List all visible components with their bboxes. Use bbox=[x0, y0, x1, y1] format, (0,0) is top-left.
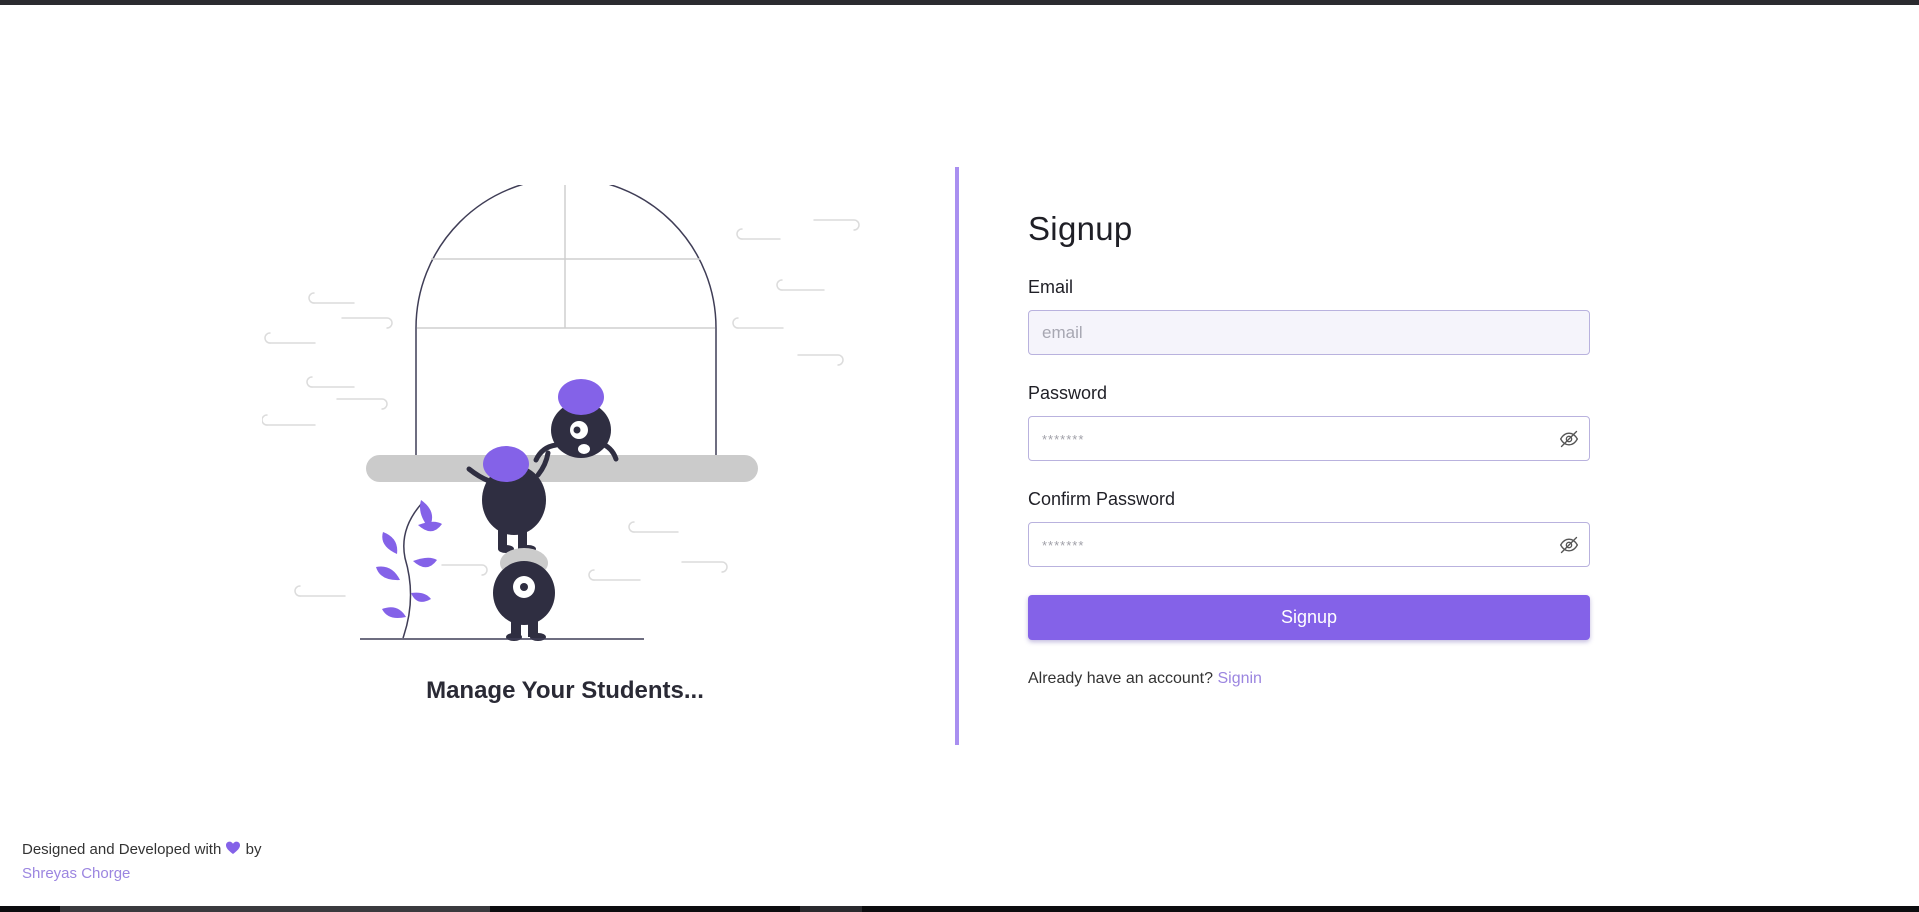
creature-bottom bbox=[493, 548, 555, 641]
creature-window bbox=[533, 379, 619, 463]
email-field-wrapper bbox=[1028, 310, 1590, 355]
taskbar bbox=[0, 906, 1919, 912]
eye-off-icon[interactable] bbox=[1559, 535, 1579, 555]
signin-link[interactable]: Signin bbox=[1217, 670, 1261, 687]
air-lines bbox=[262, 219, 860, 597]
password-field[interactable] bbox=[1029, 417, 1589, 460]
author-link[interactable]: Shreyas Chorge bbox=[22, 865, 130, 882]
plant bbox=[376, 500, 442, 639]
signup-button[interactable]: Signup bbox=[1028, 595, 1590, 640]
illustration-caption: Manage Your Students... bbox=[426, 677, 704, 704]
footer-by-text: by bbox=[245, 841, 262, 858]
password-label: Password bbox=[1028, 383, 1108, 403]
footer: Designed and Developed with by Shreyas C… bbox=[22, 838, 262, 886]
form-title: Signup bbox=[1028, 210, 1133, 247]
window-panes bbox=[417, 185, 715, 329]
footer-text: Designed and Developed with bbox=[22, 841, 222, 858]
taskbar-segment bbox=[800, 906, 862, 912]
confirm-password-field-wrapper bbox=[1028, 522, 1590, 567]
email-label: Email bbox=[1028, 277, 1074, 297]
signup-form: Signup Email Password Confirm Password S… bbox=[1028, 205, 1590, 688]
account-prompt-text: Already have an account? bbox=[1028, 670, 1214, 687]
signin-prompt: Already have an account? Signin bbox=[1028, 670, 1590, 688]
confirm-password-label: Confirm Password bbox=[1028, 489, 1176, 509]
eye-off-icon[interactable] bbox=[1559, 429, 1579, 449]
students-illustration bbox=[262, 185, 860, 641]
footer-credit-line: Designed and Developed with by bbox=[22, 838, 262, 862]
confirm-password-field[interactable] bbox=[1029, 523, 1589, 566]
taskbar-segment bbox=[60, 906, 490, 912]
heart-icon bbox=[226, 841, 241, 854]
vertical-divider bbox=[955, 167, 959, 745]
browser-top-bar bbox=[0, 0, 1919, 5]
password-field-wrapper bbox=[1028, 416, 1590, 461]
email-field[interactable] bbox=[1029, 311, 1589, 354]
window-sill bbox=[366, 455, 758, 482]
